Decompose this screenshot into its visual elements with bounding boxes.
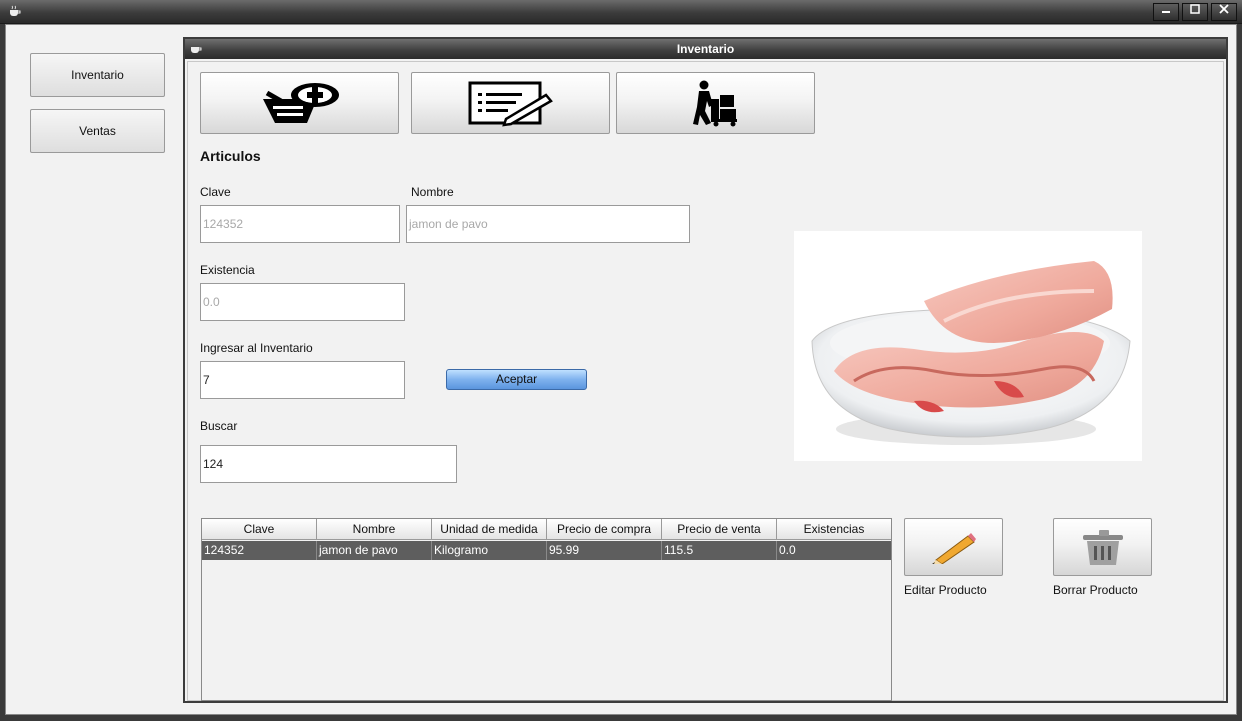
- pencil-icon: [931, 533, 976, 564]
- column-header-existencias[interactable]: Existencias: [777, 519, 891, 540]
- close-button[interactable]: [1211, 3, 1237, 21]
- clave-label: Clave: [200, 185, 231, 199]
- nav-inventario-button[interactable]: Inventario: [30, 53, 165, 97]
- table-row[interactable]: 124352 jamon de pavo Kilogramo 95.99 115…: [202, 541, 891, 560]
- delete-product-button[interactable]: [1053, 518, 1152, 576]
- cell-precio-compra: 95.99: [547, 541, 662, 560]
- column-header-unidad[interactable]: Unidad de medida: [432, 519, 547, 540]
- clave-field[interactable]: 124352: [200, 205, 400, 243]
- close-icon: [1219, 4, 1229, 14]
- ingresar-label: Ingresar al Inventario: [200, 341, 313, 355]
- existencia-field[interactable]: 0.0: [200, 283, 405, 321]
- column-header-precio-compra[interactable]: Precio de compra: [547, 519, 662, 540]
- internal-frame-title: Inventario: [676, 42, 735, 56]
- window-content: Inventario Ventas Inventario Articulos C…: [5, 24, 1237, 715]
- ingresar-field[interactable]: 7: [200, 361, 405, 399]
- buscar-field[interactable]: 124: [200, 445, 457, 483]
- java-cup-icon: [191, 47, 202, 53]
- edit-product-button[interactable]: [904, 518, 1003, 576]
- column-header-precio-venta[interactable]: Precio de venta: [662, 519, 777, 540]
- inventory-table[interactable]: Clave Nombre Unidad de medida Precio de …: [201, 518, 892, 701]
- ham-plate-image: [811, 261, 1131, 445]
- existencia-label: Existencia: [200, 263, 255, 277]
- product-image: [794, 231, 1142, 461]
- trash-bin-icon: [1082, 530, 1123, 565]
- cell-unidad: Kilogramo: [432, 541, 547, 560]
- aceptar-button[interactable]: Aceptar: [446, 369, 587, 390]
- nombre-label: Nombre: [411, 185, 454, 199]
- add-product-button[interactable]: [200, 72, 399, 134]
- nombre-field[interactable]: jamon de pavo: [406, 205, 690, 243]
- window-titlebar: [0, 0, 1242, 24]
- column-header-clave[interactable]: Clave: [202, 519, 317, 540]
- cell-nombre: jamon de pavo: [317, 541, 432, 560]
- add-product-icon: [262, 83, 339, 123]
- edit-product-label: Editar Producto: [904, 583, 987, 597]
- delivery-person-icon: [692, 80, 737, 127]
- form-edit-icon: [468, 81, 553, 127]
- java-cup-icon: [10, 5, 21, 16]
- cell-clave: 124352: [202, 541, 317, 560]
- minimize-button[interactable]: [1153, 3, 1179, 21]
- column-header-nombre[interactable]: Nombre: [317, 519, 432, 540]
- maximize-icon: [1190, 4, 1200, 14]
- articulos-heading: Articulos: [200, 148, 261, 164]
- maximize-button[interactable]: [1182, 3, 1208, 21]
- nav-ventas-button[interactable]: Ventas: [30, 109, 165, 153]
- cell-precio-venta: 115.5: [662, 541, 777, 560]
- edit-form-button[interactable]: [411, 72, 610, 134]
- minimize-icon: [1162, 11, 1170, 13]
- inventario-internal-frame: Inventario Articulos Clave Nombre 124352…: [183, 37, 1228, 703]
- delete-product-label: Borrar Producto: [1053, 583, 1138, 597]
- table-header: Clave Nombre Unidad de medida Precio de …: [202, 519, 891, 540]
- internal-frame-body: Articulos Clave Nombre 124352 jamon de p…: [187, 61, 1224, 701]
- window-frame: Inventario Ventas Inventario Articulos C…: [0, 24, 1242, 721]
- cell-existencias: 0.0: [779, 543, 796, 557]
- delivery-button[interactable]: [616, 72, 815, 134]
- internal-frame-titlebar: Inventario: [185, 39, 1226, 59]
- buscar-label: Buscar: [200, 419, 238, 433]
